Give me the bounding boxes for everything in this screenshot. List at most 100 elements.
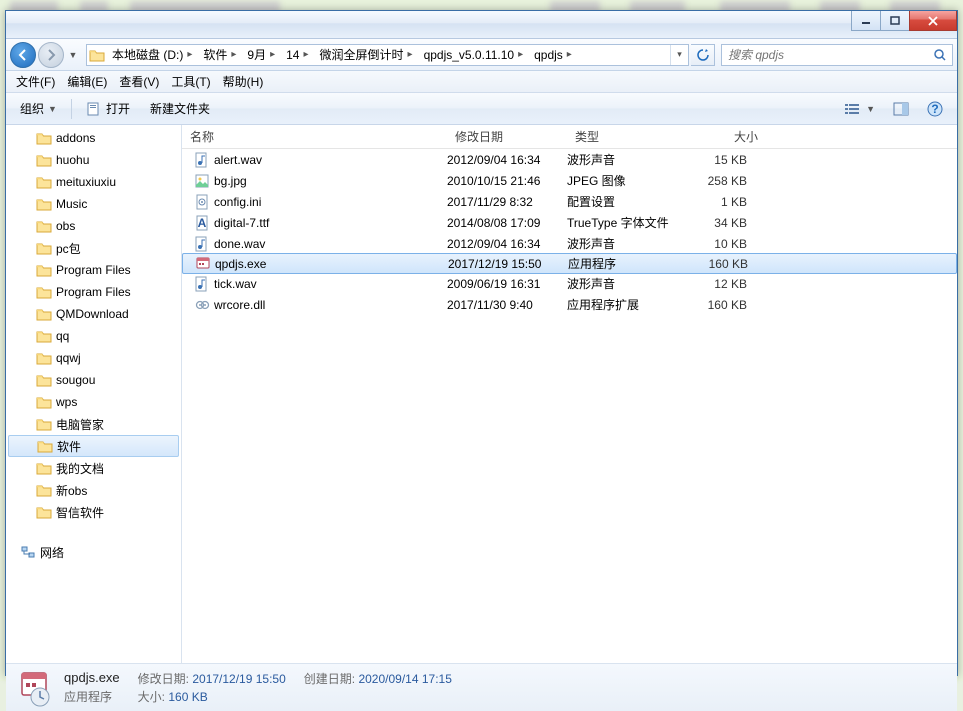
file-row[interactable]: alert.wav2012/09/04 16:34波形声音15 KB: [182, 149, 957, 170]
tree-item[interactable]: meituxiuxiu: [6, 171, 181, 193]
file-date: 2012/09/04 16:34: [447, 153, 567, 167]
refresh-button[interactable]: [691, 44, 715, 66]
new-folder-button[interactable]: 新建文件夹: [142, 96, 218, 121]
address-dropdown[interactable]: ▾: [670, 45, 688, 65]
breadcrumb-label: 本地磁盘 (D:): [112, 46, 183, 63]
ttf-icon: A: [194, 215, 210, 231]
close-button[interactable]: [909, 11, 957, 31]
explorer-window: ▼ 本地磁盘 (D:)▸软件▸9月▸14▸微润全屏倒计时▸qpdjs_v5.0.…: [5, 10, 958, 676]
file-row[interactable]: done.wav2012/09/04 16:34波形声音10 KB: [182, 233, 957, 254]
tree-label: obs: [56, 219, 75, 233]
wav-icon: [194, 152, 210, 168]
details-created-value: 2020/09/14 17:15: [358, 672, 451, 686]
breadcrumb-item[interactable]: qpdjs▸: [529, 45, 578, 65]
organize-button[interactable]: 组织 ▼: [12, 96, 65, 121]
breadcrumbs: 本地磁盘 (D:)▸软件▸9月▸14▸微润全屏倒计时▸qpdjs_v5.0.11…: [107, 45, 670, 65]
folder-icon: [37, 438, 53, 454]
open-button[interactable]: 打开: [78, 96, 138, 121]
col-header-date[interactable]: 修改日期: [447, 128, 567, 145]
chevron-right-icon: ▸: [404, 49, 417, 60]
tree-label: pc包: [56, 240, 81, 257]
tree-item[interactable]: Program Files: [6, 259, 181, 281]
tree-item[interactable]: 智信软件: [6, 501, 181, 523]
file-row[interactable]: bg.jpg2010/10/15 21:46JPEG 图像258 KB: [182, 170, 957, 191]
forward-button[interactable]: [38, 42, 64, 68]
menu-view[interactable]: 查看(V): [113, 71, 165, 92]
breadcrumb-item[interactable]: 软件▸: [198, 45, 242, 65]
file-type: 配置设置: [567, 193, 687, 210]
tree-label: addons: [56, 131, 95, 145]
minimize-button[interactable]: [851, 11, 881, 31]
breadcrumb-label: qpdjs: [534, 48, 563, 62]
breadcrumb-item[interactable]: qpdjs_v5.0.11.10▸: [419, 45, 530, 65]
file-date: 2009/06/19 16:31: [447, 277, 567, 291]
file-row[interactable]: wrcore.dll2017/11/30 9:40应用程序扩展160 KB: [182, 294, 957, 315]
file-type: 应用程序: [568, 255, 688, 272]
tree-label: meituxiuxiu: [56, 175, 116, 189]
breadcrumb-item[interactable]: 本地磁盘 (D:)▸: [107, 45, 198, 65]
tree-item[interactable]: sougou: [6, 369, 181, 391]
tree-label: qq: [56, 329, 69, 343]
open-label: 打开: [106, 100, 130, 117]
menu-help[interactable]: 帮助(H): [217, 71, 270, 92]
file-row[interactable]: config.ini2017/11/29 8:32配置设置1 KB: [182, 191, 957, 212]
breadcrumb-label: 软件: [203, 46, 227, 63]
menu-edit[interactable]: 编辑(E): [61, 71, 113, 92]
file-row[interactable]: qpdjs.exe2017/12/19 15:50应用程序160 KB: [182, 253, 957, 274]
tree-item[interactable]: Program Files: [6, 281, 181, 303]
breadcrumb-label: qpdjs_v5.0.11.10: [424, 48, 515, 62]
breadcrumb-item[interactable]: 微润全屏倒计时▸: [315, 45, 419, 65]
tree-item[interactable]: qq: [6, 325, 181, 347]
file-name: done.wav: [214, 237, 265, 251]
search-input[interactable]: [722, 48, 928, 62]
tree-item[interactable]: qqwj: [6, 347, 181, 369]
tree-item[interactable]: pc包: [6, 237, 181, 259]
tree-item[interactable]: 新obs: [6, 479, 181, 501]
col-header-type[interactable]: 类型: [567, 128, 687, 145]
breadcrumb-item[interactable]: 9月▸: [242, 45, 281, 65]
file-size: 1 KB: [687, 195, 767, 209]
tree-item[interactable]: huohu: [6, 149, 181, 171]
tree-item[interactable]: 电脑管家: [6, 413, 181, 435]
help-button[interactable]: ?: [919, 97, 951, 121]
file-size: 160 KB: [687, 298, 767, 312]
tree-item[interactable]: Music: [6, 193, 181, 215]
search-icon[interactable]: [928, 45, 952, 65]
exe-icon: [195, 256, 211, 272]
tree-item[interactable]: wps: [6, 391, 181, 413]
tree-item-network[interactable]: 网络: [6, 541, 181, 563]
file-list[interactable]: 名称 修改日期 类型 大小 alert.wav2012/09/04 16:34波…: [182, 125, 957, 663]
preview-pane-button[interactable]: [885, 98, 917, 120]
new-folder-label: 新建文件夹: [150, 100, 210, 117]
maximize-button[interactable]: [880, 11, 910, 31]
toolbar: 组织 ▼ 打开 新建文件夹 ▼ ?: [6, 93, 957, 125]
menu-file[interactable]: 文件(F): [10, 71, 61, 92]
titlebar[interactable]: [6, 11, 957, 39]
chevron-right-icon: ▸: [183, 49, 196, 60]
file-row[interactable]: Adigital-7.ttf2014/08/08 17:09TrueType 字…: [182, 212, 957, 233]
tree-item[interactable]: 我的文档: [6, 457, 181, 479]
tree-label: 软件: [57, 438, 81, 455]
tree-item[interactable]: addons: [6, 127, 181, 149]
view-mode-button[interactable]: ▼: [836, 98, 883, 120]
address-bar[interactable]: 本地磁盘 (D:)▸软件▸9月▸14▸微润全屏倒计时▸qpdjs_v5.0.11…: [86, 44, 689, 66]
back-button[interactable]: [10, 42, 36, 68]
navigation-tree[interactable]: addons huohu meituxiuxiu Music obs pc包 Program…: [6, 125, 182, 663]
folder-icon: [36, 174, 52, 190]
menu-tools[interactable]: 工具(T): [165, 71, 216, 92]
tree-item[interactable]: 软件: [8, 435, 179, 457]
tree-item[interactable]: obs: [6, 215, 181, 237]
breadcrumb-item[interactable]: 14▸: [281, 45, 314, 65]
exe-large-icon: [16, 669, 54, 707]
ini-icon: [194, 194, 210, 210]
file-row[interactable]: tick.wav2009/06/19 16:31波形声音12 KB: [182, 273, 957, 294]
column-headers: 名称 修改日期 类型 大小: [182, 125, 957, 149]
tree-item[interactable]: QMDownload: [6, 303, 181, 325]
nav-history-dropdown[interactable]: ▼: [66, 45, 80, 65]
col-header-name[interactable]: 名称: [182, 128, 447, 145]
search-box[interactable]: [721, 44, 953, 66]
file-size: 15 KB: [687, 153, 767, 167]
col-header-size[interactable]: 大小: [687, 128, 767, 145]
svg-text:?: ?: [931, 102, 938, 116]
file-size: 160 KB: [688, 257, 768, 271]
